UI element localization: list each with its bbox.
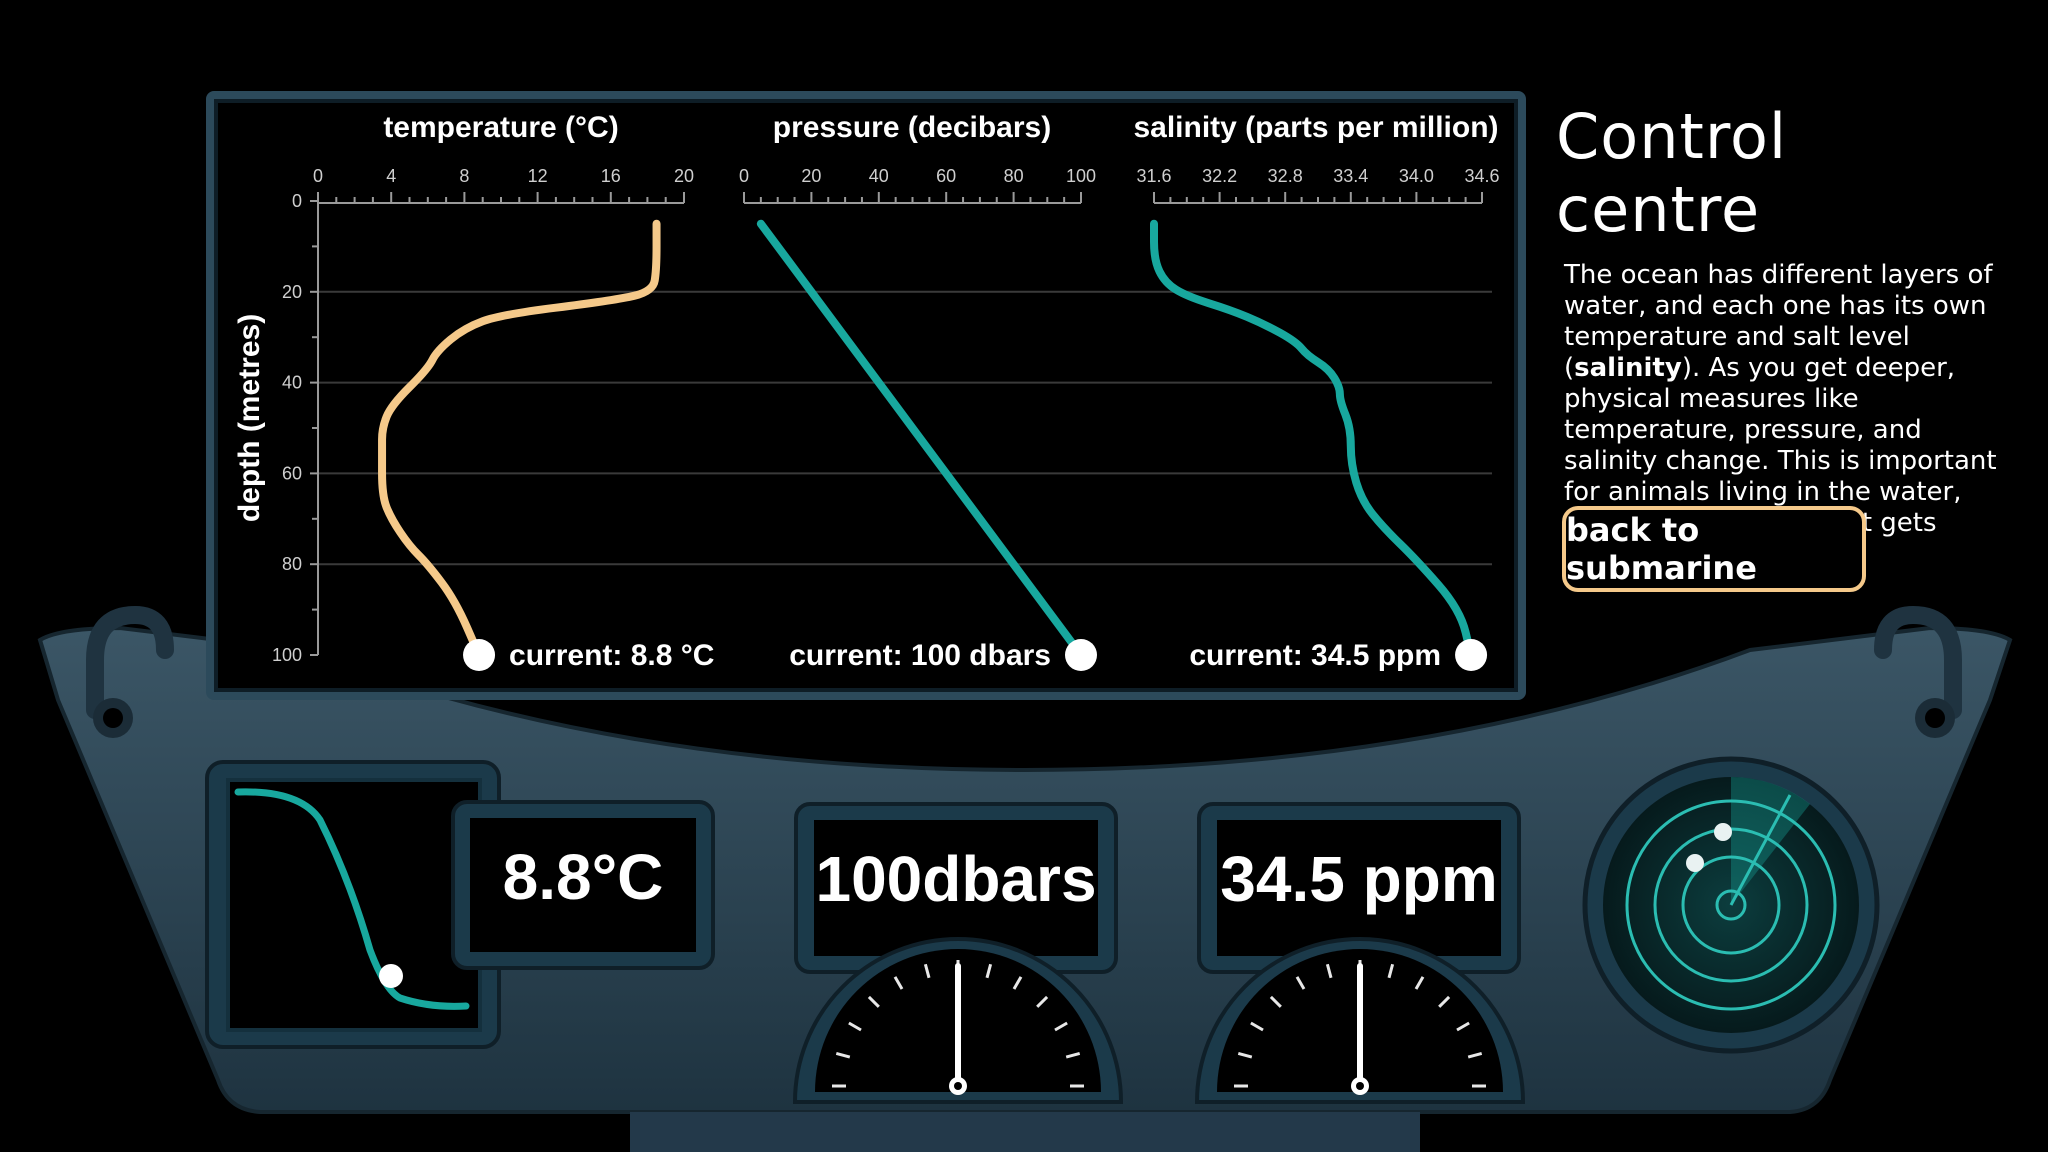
x-tick-label: 34.6 (1464, 166, 1499, 186)
current-marker (1065, 639, 1097, 671)
current-marker (1455, 639, 1488, 671)
series-line (756, 219, 1085, 659)
page-title: Control centre (1556, 100, 1788, 246)
chart-title: temperature (°C) (383, 111, 618, 144)
x-tick-label: 12 (528, 166, 548, 186)
x-tick-label: 34.0 (1399, 166, 1434, 186)
gauge-pivot-center (954, 1082, 962, 1090)
x-tick-label: 60 (936, 166, 956, 186)
radar-blip (1686, 854, 1704, 872)
x-tick-label: 32.8 (1268, 166, 1303, 186)
x-tick-label: 20 (674, 166, 694, 186)
x-tick-label: 16 (601, 166, 621, 186)
temperature-reading: 8.8°C (502, 841, 664, 913)
current-label: current: 8.8 °C (509, 639, 714, 672)
x-tick-label: 33.4 (1333, 166, 1368, 186)
x-tick-label: 8 (459, 166, 469, 186)
y-axis-label: depth (metres) (233, 314, 266, 522)
pressure-reading: 100dbars (815, 843, 1097, 915)
series-line (378, 219, 661, 659)
x-tick-label: 4 (386, 166, 396, 186)
depth-profile-charts: 020406080100depth (metres)temperature (°… (233, 111, 1500, 672)
x-tick-label: 80 (1004, 166, 1024, 186)
x-tick-label: 40 (869, 166, 889, 186)
y-tick-label: 60 (282, 463, 302, 483)
x-tick-label: 20 (801, 166, 821, 186)
dashboard-base (630, 1112, 1420, 1152)
x-tick-label: 0 (313, 166, 323, 186)
radar-blip (1714, 823, 1732, 841)
info-text-bold: salinity (1574, 353, 1682, 383)
x-tick-label: 31.6 (1136, 166, 1171, 186)
x-tick-label: 32.2 (1202, 166, 1237, 186)
x-tick-label: 0 (739, 166, 749, 186)
current-marker (463, 639, 496, 671)
salinity-reading: 34.5 ppm (1220, 843, 1498, 915)
info-panel: Control centre The ocean has different l… (1540, 100, 2010, 570)
gauge-pivot-center (1356, 1082, 1364, 1090)
x-tick-label: 100 (1066, 166, 1096, 186)
control-centre-scene: 0 20 40 60 80 100 depth (metres) temperature (°… (0, 0, 2048, 1152)
back-to-submarine-button[interactable]: back to submarine (1562, 506, 1866, 592)
y-tick-label: 40 (282, 373, 302, 393)
y-tick-label: 0 (292, 191, 302, 211)
radar-icon (1582, 756, 1880, 1054)
current-label: current: 100 dbars (789, 639, 1051, 672)
y-tick-label: 20 (282, 282, 302, 302)
series-line (1150, 219, 1476, 659)
mini-graph-marker (379, 964, 403, 988)
current-label: current: 34.5 ppm (1189, 639, 1441, 672)
chart-title: pressure (decibars) (773, 111, 1051, 144)
chart-title: salinity (parts per million) (1133, 111, 1498, 144)
y-tick-label: 100 (272, 645, 302, 665)
y-tick-label: 80 (282, 554, 302, 574)
